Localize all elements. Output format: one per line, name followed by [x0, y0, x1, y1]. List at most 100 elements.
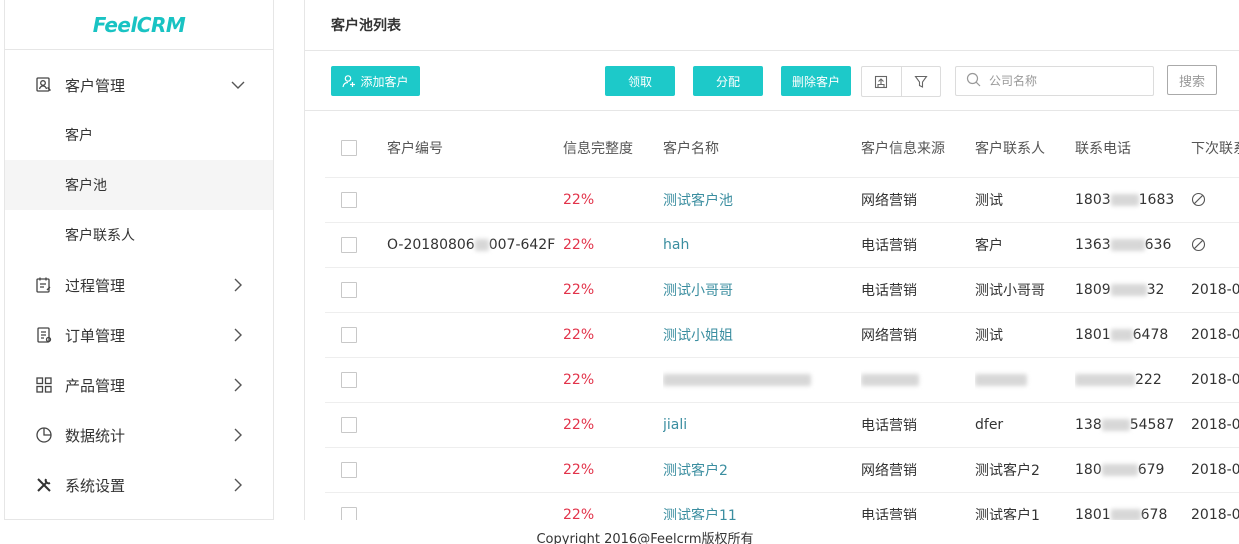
table-row[interactable]: 22% 测试客户11 电话营销 测试客户1 1801 678 2018-07 — [325, 492, 1239, 520]
cell-source: 网络营销 — [861, 312, 975, 358]
table-row[interactable]: 22% 222 2018-07 — [325, 357, 1239, 403]
redacted-mask — [1110, 238, 1145, 251]
cell-completeness: 22% — [563, 222, 663, 268]
row-checkbox[interactable] — [341, 416, 357, 433]
redacted-mask — [1075, 373, 1135, 386]
cell-next-contact: 2018-07 — [1191, 447, 1239, 493]
sidebar-item-data-statistics[interactable]: 数据统计 — [5, 410, 273, 460]
cell-customer-name-link[interactable]: 测试客户池 — [663, 177, 861, 223]
cell-source: 网络营销 — [861, 177, 975, 223]
cell-source: 电话营销 — [861, 402, 975, 448]
row-checkbox[interactable] — [341, 326, 357, 343]
phone-suffix: 6478 — [1132, 326, 1169, 343]
cell-code — [387, 402, 563, 448]
cell-completeness: 22% — [563, 402, 663, 448]
code-suffix: 007-642F — [488, 236, 556, 253]
cell-phone: 1801 678 — [1075, 492, 1191, 520]
cell-completeness: 22% — [563, 312, 663, 358]
export-icon[interactable] — [862, 67, 901, 96]
sidebar-item-customer-management[interactable]: 客户管理 — [5, 60, 273, 110]
redacted-mask — [1101, 418, 1130, 431]
table-row[interactable]: 22% 测试小哥哥 电话营销 测试小哥哥 1809 32 2018-07 — [325, 267, 1239, 313]
chevron-right-icon — [231, 378, 245, 392]
row-checkbox[interactable] — [341, 371, 357, 388]
table-header-row: 客户编号 信息完整度 客户名称 客户信息来源 客户联系人 联系电话 下次联系 — [325, 120, 1239, 178]
pie-chart-icon — [35, 426, 53, 444]
cell-customer-name-link[interactable]: hah — [663, 222, 861, 268]
assign-button[interactable]: 分配 — [693, 66, 763, 96]
logo[interactable]: FeelCRM — [5, 0, 273, 50]
cell-contact: 测试 — [975, 312, 1075, 358]
row-checkbox[interactable] — [341, 281, 357, 298]
process-icon — [35, 276, 53, 294]
add-customer-button[interactable]: 添加客户 — [331, 66, 420, 96]
cell-contact: 客户 — [975, 222, 1075, 268]
column-header-source[interactable]: 客户信息来源 — [861, 120, 975, 178]
column-header-phone[interactable]: 联系电话 — [1075, 120, 1191, 178]
sidebar-item-process-management[interactable]: 过程管理 — [5, 260, 273, 310]
tools-icon — [35, 476, 53, 494]
sidebar-item-system-settings[interactable]: 系统设置 — [5, 460, 273, 510]
cell-next-contact — [1191, 222, 1239, 268]
row-checkbox[interactable] — [341, 506, 357, 520]
sidebar-subitem-customer-pool[interactable]: 客户池 — [5, 160, 273, 210]
row-checkbox[interactable] — [341, 191, 357, 208]
main-content: 客户池列表 添加客户 领取 分配 删除客户 搜索 — [304, 0, 1239, 520]
delete-customer-button[interactable]: 删除客户 — [781, 66, 851, 96]
cell-next-contact: 2018-07 — [1191, 312, 1239, 358]
table-row[interactable]: 22% 测试客户2 网络营销 测试客户2 180 679 2018-07 — [325, 447, 1239, 493]
product-icon — [35, 376, 53, 394]
cell-customer-name-link[interactable]: 测试客户2 — [663, 447, 861, 493]
phone-prefix: 1809 — [1075, 281, 1111, 298]
chevron-right-icon — [231, 428, 245, 442]
cell-code — [387, 357, 563, 403]
column-header-name[interactable]: 客户名称 — [663, 120, 861, 178]
table-row[interactable]: O-20180806 007-642F 22% hah 电话营销 客户 1363 6… — [325, 222, 1239, 268]
row-checkbox[interactable] — [341, 461, 357, 478]
logo-text: FeelCRM — [92, 12, 186, 37]
phone-prefix: 180 — [1075, 461, 1102, 478]
phone-suffix: 32 — [1146, 281, 1165, 298]
cell-phone: 1801 6478 — [1075, 312, 1191, 358]
table-row[interactable]: 22% jiali 电话营销 dfer 138 54587 2018-07 — [325, 402, 1239, 448]
column-header-contact[interactable]: 客户联系人 — [975, 120, 1075, 178]
filter-icon[interactable] — [900, 67, 941, 96]
cell-source: 电话营销 — [861, 492, 975, 520]
company-search-input[interactable] — [989, 74, 1139, 88]
claim-button[interactable]: 领取 — [605, 66, 675, 96]
cell-customer-name-link[interactable]: 测试小哥哥 — [663, 267, 861, 313]
cell-phone: 1809 32 — [1075, 267, 1191, 313]
column-header-code[interactable]: 客户编号 — [387, 120, 563, 178]
cell-customer-name-link[interactable]: jiali — [663, 402, 861, 448]
cell-customer-name-link[interactable]: 测试小姐姐 — [663, 312, 861, 358]
redacted-mask — [861, 373, 919, 386]
cell-contact: dfer — [975, 402, 1075, 448]
cell-phone: 222 — [1075, 357, 1191, 403]
sidebar-subitem-customer-contacts[interactable]: 客户联系人 — [5, 210, 273, 260]
table-row[interactable]: 22% 测试小姐姐 网络营销 测试 1801 6478 2018-07 — [325, 312, 1239, 358]
redacted-mask — [1110, 283, 1147, 296]
sidebar-item-product-management[interactable]: 产品管理 — [5, 360, 273, 410]
redacted-mask — [1110, 193, 1139, 206]
column-header-completeness[interactable]: 信息完整度 — [563, 120, 663, 178]
table-row[interactable]: 22% 测试客户池 网络营销 测试 1803 1683 — [325, 177, 1239, 223]
select-all-checkbox[interactable] — [341, 140, 357, 157]
column-header-next-contact[interactable]: 下次联系 — [1191, 120, 1239, 178]
row-checkbox[interactable] — [341, 236, 357, 253]
phone-prefix: 1363 — [1075, 236, 1111, 253]
cell-completeness: 22% — [563, 267, 663, 313]
cell-completeness: 22% — [563, 492, 663, 520]
cell-source: 电话营销 — [861, 267, 975, 313]
cell-customer-name-link[interactable]: 测试客户11 — [663, 492, 861, 520]
search-button[interactable]: 搜索 — [1167, 65, 1217, 95]
prohibit-icon — [1191, 237, 1206, 252]
sidebar-item-order-management[interactable]: 订单管理 — [5, 310, 273, 360]
sidebar-subitem-customer[interactable]: 客户 — [5, 110, 273, 160]
phone-suffix: 679 — [1137, 461, 1165, 478]
cell-customer-name-redacted — [663, 357, 861, 403]
cell-contact: 测试小哥哥 — [975, 267, 1075, 313]
sidebar-item-label: 客户管理 — [65, 76, 126, 95]
cell-phone: 1803 1683 — [1075, 177, 1191, 223]
cell-phone: 180 679 — [1075, 447, 1191, 493]
customer-pool-table: 客户编号 信息完整度 客户名称 客户信息来源 客户联系人 联系电话 下次联系 2… — [325, 120, 1239, 520]
